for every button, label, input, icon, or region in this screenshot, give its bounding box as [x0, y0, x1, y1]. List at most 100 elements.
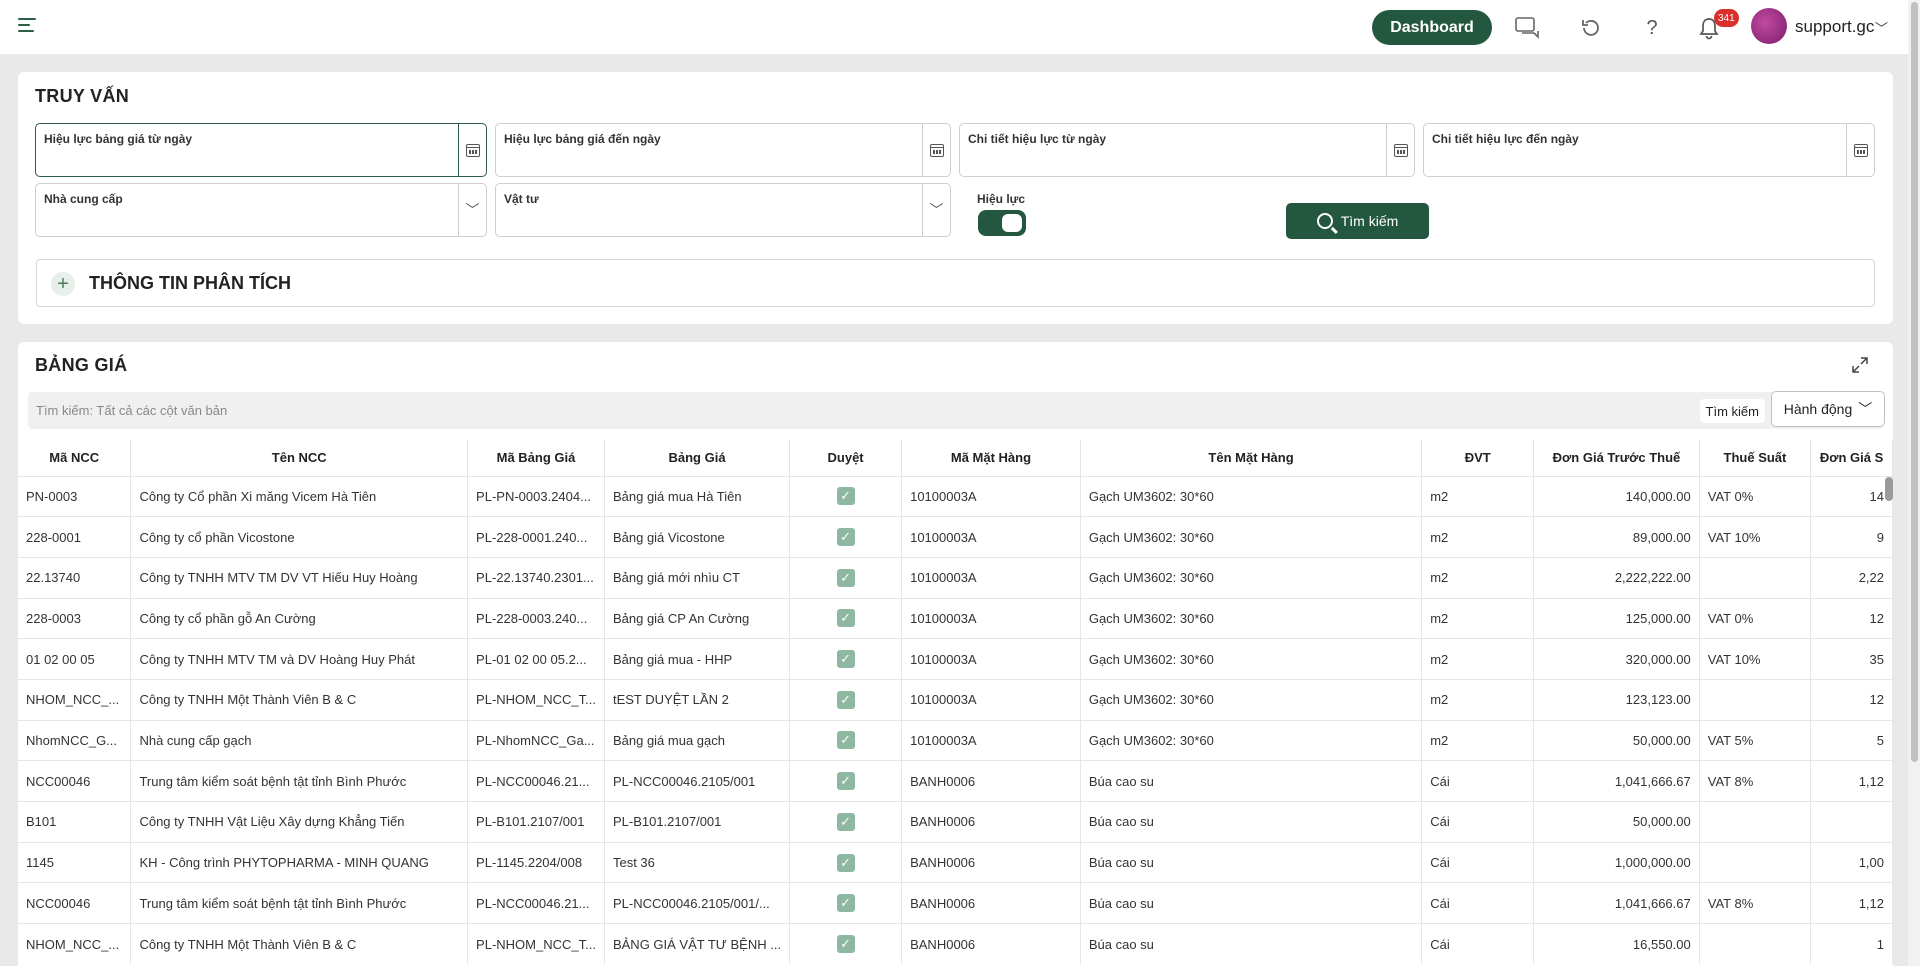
table-cell	[1810, 801, 1893, 843]
table-cell: Cái	[1421, 760, 1535, 802]
table-cell: Gạch UM3602: 30*60	[1080, 678, 1423, 721]
table-row[interactable]: 22.13740 Công ty TNHH MTV TM DV VT Hiếu H…	[18, 556, 1893, 599]
table-cell: PL-228-0001.240...	[467, 516, 605, 558]
column-header[interactable]: Mã Bảng Giá	[467, 440, 605, 476]
chevron-down-icon[interactable]: ﹀	[458, 184, 486, 236]
action-button-label: Hành động	[1783, 401, 1853, 417]
table-row[interactable]: PN-0003 Công ty Cổ phần Xi măng Vicem Hà …	[18, 475, 1893, 517]
table-cell	[1699, 678, 1812, 721]
approved-cell: ✓	[789, 678, 903, 721]
table-cell: m2	[1421, 719, 1535, 761]
table-cell: tEST DUYỆT LẦN 2	[604, 678, 791, 721]
table-search-button[interactable]: Tìm kiếm	[1699, 399, 1765, 423]
chevron-down-icon[interactable]: ﹀	[1875, 18, 1888, 37]
table-cell: 01 02 00 05	[18, 638, 132, 680]
column-header[interactable]: ĐVT	[1421, 440, 1535, 476]
page-scrollbar[interactable]	[1908, 0, 1920, 966]
table-cell: 89,000.00	[1533, 516, 1700, 558]
table-cell	[1699, 556, 1812, 599]
table-cell: 14	[1810, 475, 1893, 517]
table-cell: 10100003A	[901, 597, 1081, 639]
checkbox-icon: ✓	[836, 650, 855, 669]
table-cell: Trung tâm kiểm soát bệnh tật tỉnh Bình P…	[130, 882, 469, 924]
table-row[interactable]: NHOM_NCC_... Công ty TNHH Một Thành Viên …	[18, 678, 1893, 721]
calendar-icon[interactable]	[458, 124, 486, 176]
help-icon[interactable]: ?	[1638, 14, 1666, 42]
table-cell: PL-228-0003.240...	[467, 597, 605, 639]
table-cell: Búa cao su	[1080, 923, 1423, 965]
active-toggle[interactable]	[978, 210, 1026, 236]
table-cell: m2	[1421, 516, 1535, 558]
calendar-icon[interactable]	[1386, 124, 1414, 176]
chevron-down-icon: ﹀	[1858, 401, 1873, 417]
table-header-row: Mã NCC Tên NCC Mã Bảng Giá Bảng Giá Duyệt Mã …	[18, 440, 1893, 476]
column-header[interactable]: Mã Mặt Hàng	[901, 440, 1081, 476]
table-cell: VAT 5%	[1699, 719, 1812, 761]
table-cell: 50,000.00	[1533, 801, 1700, 843]
table-row[interactable]: NCC00046 Trung tâm kiểm soát bệnh tật tỉn…	[18, 760, 1893, 802]
table-search-input[interactable]: Tìm kiếm: Tất cả các cột văn bản Tìm kiế…	[28, 392, 1883, 429]
table-cell: Gạch UM3602: 30*60	[1080, 556, 1423, 599]
table-row[interactable]: B101 Công ty TNHH Vật Liệu Xây dựng Khẳng…	[18, 801, 1893, 843]
table-cell: Cái	[1421, 801, 1535, 843]
refresh-icon[interactable]	[1577, 14, 1605, 42]
expand-icon[interactable]	[1851, 356, 1869, 374]
table-row[interactable]: NCC00046 Trung tâm kiểm soát bệnh tật tỉn…	[18, 882, 1893, 924]
avatar[interactable]	[1751, 8, 1787, 44]
table-row[interactable]: 01 02 00 05 Công ty TNHH MTV TM và DV Hoà…	[18, 638, 1893, 680]
approved-cell: ✓	[789, 801, 903, 843]
table-cell: Gạch UM3602: 30*60	[1080, 638, 1423, 680]
table-cell: 1	[1810, 923, 1893, 965]
valid-to-date-field[interactable]: Hiệu lực bảng giá đến ngày	[495, 123, 951, 177]
table-cell: Công ty cổ phần gỗ An Cường	[130, 597, 469, 639]
table-cell: BẢNG GIÁ VẬT TƯ BỆNH ...	[604, 923, 791, 965]
action-menu-button[interactable]: Hành động ﹀	[1771, 391, 1885, 427]
table-cell: 10100003A	[901, 475, 1081, 517]
calendar-icon[interactable]	[922, 124, 950, 176]
column-header[interactable]: Mã NCC	[18, 440, 132, 476]
approved-cell: ✓	[789, 882, 903, 924]
calendar-icon[interactable]	[1846, 124, 1874, 176]
field-label: Nhà cung cấp	[44, 192, 123, 206]
plus-icon[interactable]: +	[51, 272, 75, 296]
table-cell: PL-1145.2204/008	[467, 841, 605, 883]
table-row[interactable]: 1145 KH - Công trình PHYTOPHARMA - MINH Q…	[18, 841, 1893, 883]
analysis-section[interactable]: + THÔNG TIN PHÂN TÍCH	[36, 259, 1875, 307]
table-row[interactable]: 228-0003 Công ty cổ phần gỗ An Cường PL-22…	[18, 597, 1893, 639]
supplier-select[interactable]: Nhà cung cấp ﹀	[35, 183, 487, 237]
chat-icon[interactable]	[1514, 14, 1542, 42]
notification-badge: 341	[1714, 9, 1739, 27]
table-row[interactable]: NHOM_NCC_... Công ty TNHH Một Thành Viên …	[18, 923, 1893, 965]
column-header[interactable]: Tên NCC	[130, 440, 469, 476]
user-name[interactable]: support.gc	[1795, 17, 1874, 37]
table-scrollbar[interactable]	[1885, 477, 1893, 501]
chevron-down-icon[interactable]: ﹀	[922, 184, 950, 236]
table-cell: BANH0006	[901, 882, 1081, 924]
table-cell: PL-01 02 00 05.2...	[467, 638, 605, 680]
active-toggle-label: Hiệu lực	[977, 192, 1026, 206]
search-button[interactable]: Tìm kiếm	[1286, 203, 1429, 239]
material-select[interactable]: Vật tư ﹀	[495, 183, 951, 237]
table-cell: 125,000.00	[1533, 597, 1700, 639]
table-cell	[1699, 841, 1812, 883]
table-cell: Búa cao su	[1080, 760, 1423, 802]
checkbox-icon: ✓	[836, 487, 855, 506]
table-cell: 1,12	[1810, 882, 1893, 924]
detail-to-date-field[interactable]: Chi tiết hiệu lực đến ngày	[1423, 123, 1875, 177]
dashboard-button[interactable]: Dashboard	[1372, 10, 1492, 45]
column-header[interactable]: Tên Mặt Hàng	[1080, 440, 1423, 476]
table-cell: 2,22	[1810, 556, 1893, 599]
table-row[interactable]: 228-0001 Công ty cổ phần Vicostone PL-228-…	[18, 516, 1893, 558]
checkbox-icon: ✓	[836, 690, 855, 709]
column-header[interactable]: Duyệt	[789, 440, 903, 476]
column-header[interactable]: Đơn Giá Trước Thuế	[1533, 440, 1700, 476]
detail-from-date-field[interactable]: Chi tiết hiệu lực từ ngày	[959, 123, 1415, 177]
column-header[interactable]: Đơn Giá S	[1810, 440, 1893, 476]
column-header[interactable]: Thuế Suất	[1699, 440, 1812, 476]
column-header[interactable]: Bảng Giá	[604, 440, 791, 476]
table-cell	[1699, 801, 1812, 843]
valid-from-date-field[interactable]: Hiệu lực bảng giá từ ngày	[35, 123, 487, 177]
menu-icon[interactable]	[18, 18, 36, 34]
table-row[interactable]: NhomNCC_G... Nhà cung cấp gạch PL-NhomNCC_…	[18, 719, 1893, 761]
table-cell: PL-B101.2107/001	[467, 801, 605, 843]
